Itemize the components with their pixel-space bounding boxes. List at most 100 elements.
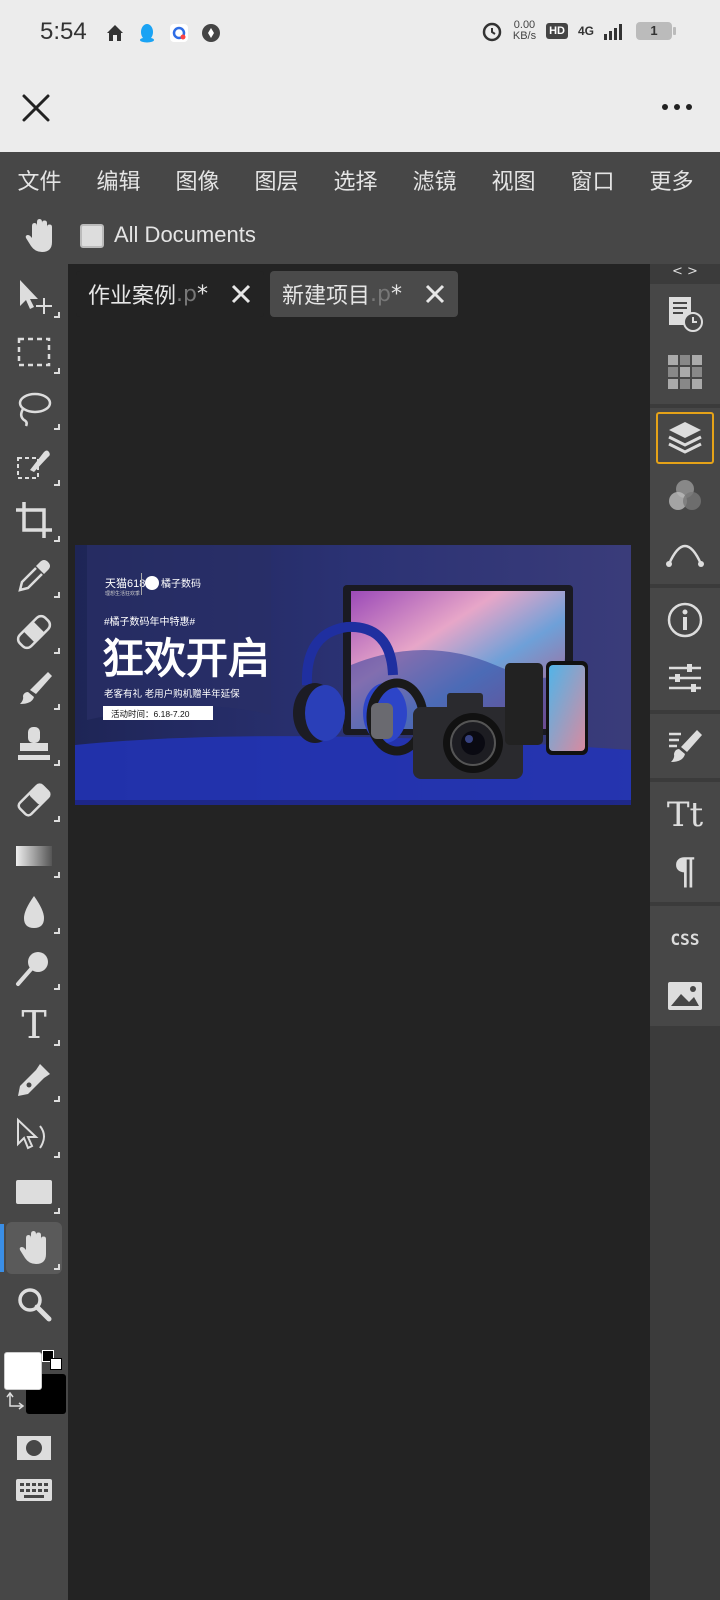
keyboard-icon <box>16 1479 52 1501</box>
document-canvas-image[interactable]: 天猫618 理想生活狂欢季 橘子数码 #橘子数码年中特惠# 狂欢开启 老客有礼 … <box>75 545 631 805</box>
options-bar: All Documents <box>0 208 720 264</box>
swap-colors-icon[interactable] <box>6 1392 26 1412</box>
menu-more[interactable]: 更多 <box>632 164 711 196</box>
menu-layer[interactable]: 图层 <box>237 164 316 196</box>
panel-collapse-toggle[interactable]: < > <box>650 264 720 284</box>
stamp-tool[interactable] <box>6 718 62 770</box>
tab-document-1[interactable]: 作业案例 .p * <box>76 271 264 317</box>
crop-tool[interactable] <box>6 494 62 546</box>
close-icon[interactable] <box>424 283 446 305</box>
status-bar: 5:54 0.00 KB/s HD 4G 1 <box>0 0 720 66</box>
character-label: Tt <box>667 795 704 832</box>
css-label: CSS <box>671 930 700 949</box>
quick-select-tool[interactable] <box>6 438 62 490</box>
move-tool[interactable] <box>6 270 62 322</box>
quick-mask-icon <box>17 1436 51 1460</box>
qq-icon <box>140 24 154 43</box>
banner-logo-sub: 理想生活狂欢季 <box>105 590 140 597</box>
path-select-icon <box>17 1117 45 1150</box>
gradient-icon <box>16 846 52 866</box>
quick-select-icon <box>17 450 50 479</box>
healing-tool[interactable] <box>6 606 62 658</box>
info-icon <box>667 602 703 638</box>
swatches-panel-button[interactable] <box>656 346 714 398</box>
tab-modified: * <box>390 281 402 307</box>
shape-tool[interactable] <box>6 1166 62 1218</box>
close-icon[interactable] <box>20 92 52 124</box>
paths-panel-button[interactable] <box>656 526 714 578</box>
channels-panel-button[interactable] <box>656 470 714 522</box>
compass-icon <box>202 24 220 42</box>
eraser-tool[interactable] <box>6 774 62 826</box>
eyedropper-tool[interactable] <box>6 550 62 602</box>
path-select-tool[interactable] <box>6 1110 62 1162</box>
panel-group-4 <box>650 714 720 778</box>
menu-window[interactable]: 窗口 <box>553 164 632 196</box>
battery-icon: 1 <box>636 22 676 40</box>
panel-group-6: CSS <box>650 906 720 1026</box>
left-toolbar: T <box>0 264 68 1600</box>
brush-icon <box>20 672 52 704</box>
hand-icon <box>25 219 52 252</box>
blur-tool[interactable] <box>6 886 62 938</box>
healing-icon <box>16 614 52 650</box>
network-speed: 0.00 KB/s <box>513 20 536 42</box>
banner-headline: 狂欢开启 <box>102 635 270 682</box>
lasso-tool[interactable] <box>6 382 62 434</box>
color-well[interactable] <box>4 1350 66 1414</box>
hand-icon <box>19 1231 46 1264</box>
tab-document-2[interactable]: 新建项目 .p * <box>269 271 458 317</box>
svg-text:T: T <box>21 1004 46 1044</box>
css-panel-button[interactable]: CSS <box>656 912 714 964</box>
brush-settings-panel-button[interactable] <box>656 720 714 772</box>
menu-image[interactable]: 图像 <box>158 164 237 196</box>
eyedropper-icon <box>18 560 50 592</box>
adjustments-panel-button[interactable] <box>656 652 714 704</box>
paragraph-label: ¶ <box>674 851 697 890</box>
crop-icon <box>16 502 52 538</box>
banner-hashtag: #橘子数码年中特惠# <box>104 615 196 628</box>
default-colors-icon-bg <box>50 1358 62 1370</box>
all-documents-label: All Documents <box>114 222 256 247</box>
marquee-tool[interactable] <box>6 326 62 378</box>
app-bar <box>0 66 720 152</box>
pen-tool[interactable] <box>6 1054 62 1106</box>
keyboard-tool[interactable] <box>6 1464 62 1516</box>
brush-tool[interactable] <box>6 662 62 714</box>
status-time: 5:54 <box>40 18 87 45</box>
banner-period: 活动时间：6.18-7.20 <box>111 709 190 719</box>
character-panel-button[interactable]: Tt <box>656 786 714 838</box>
menu-edit[interactable]: 编辑 <box>79 164 158 196</box>
more-icon[interactable] <box>662 104 692 110</box>
type-tool[interactable]: T <box>6 998 62 1050</box>
menu-filter[interactable]: 滤镜 <box>395 164 474 196</box>
image-panel-button[interactable] <box>656 970 714 1022</box>
paths-icon <box>666 544 704 567</box>
dodge-icon <box>16 952 48 986</box>
foreground-color-swatch[interactable] <box>4 1352 42 1390</box>
layers-panel-button[interactable] <box>656 412 714 464</box>
close-icon[interactable] <box>230 283 252 305</box>
panel-group-5: Tt ¶ <box>650 782 720 902</box>
hand-tool[interactable] <box>0 1222 62 1274</box>
paragraph-panel-button[interactable]: ¶ <box>656 844 714 896</box>
home-icon <box>107 25 123 41</box>
hd-badge: HD <box>546 23 568 39</box>
all-documents-checkbox[interactable] <box>80 224 104 248</box>
type-icon: T <box>21 1004 46 1044</box>
history-icon <box>669 297 703 332</box>
channels-icon <box>669 480 701 510</box>
info-panel-button[interactable] <box>656 594 714 646</box>
menu-view[interactable]: 视图 <box>474 164 553 196</box>
menu-file[interactable]: 文件 <box>0 164 79 196</box>
menu-select[interactable]: 选择 <box>316 164 395 196</box>
lasso-icon <box>18 392 52 427</box>
zoom-tool[interactable] <box>6 1278 62 1330</box>
tab-title: 作业案例 <box>88 284 177 309</box>
dodge-tool[interactable] <box>6 942 62 994</box>
tab-ext: .p <box>370 281 391 307</box>
history-panel-button[interactable] <box>656 288 714 340</box>
adjustments-icon <box>669 664 701 692</box>
canvas-workspace[interactable]: 作业案例 .p * 新建项目 .p * 天猫618 理想生活狂欢季 橘子数码 #… <box>68 264 650 1600</box>
gradient-tool[interactable] <box>6 830 62 882</box>
